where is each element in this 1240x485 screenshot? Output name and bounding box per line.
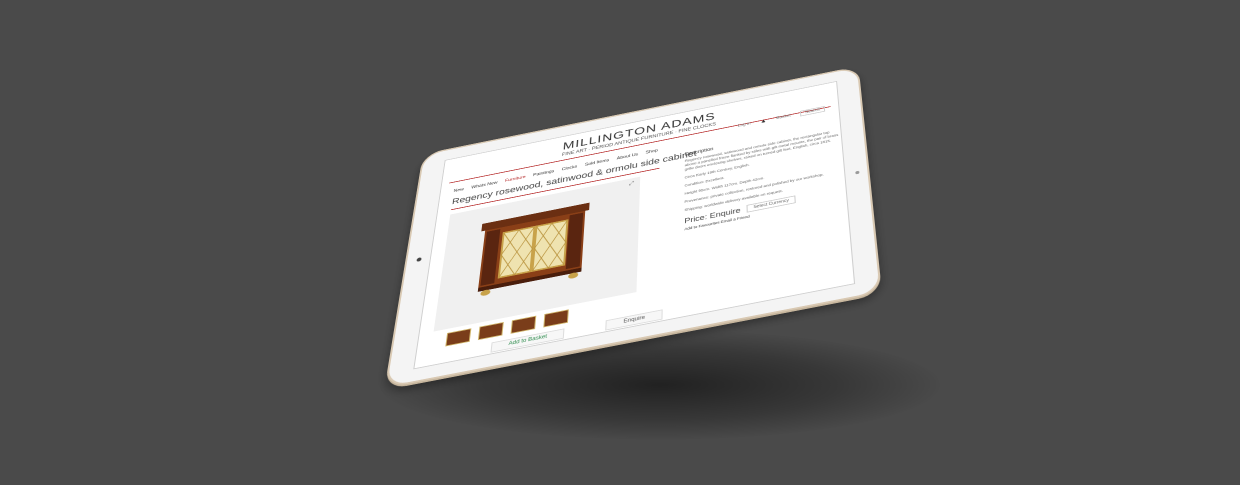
- thumbnail[interactable]: [445, 328, 472, 347]
- tablet-screen: MILLINGTON ADAMS FINE ART · PERIOD ANTIQ…: [413, 80, 856, 370]
- nav-item-new[interactable]: New: [453, 187, 464, 193]
- nav-item-shop[interactable]: Shop: [646, 148, 658, 155]
- thumbnail[interactable]: [543, 309, 569, 328]
- cabinet-image: [477, 202, 590, 297]
- zoom-icon[interactable]: ⤢: [629, 181, 635, 188]
- sensor-dot: [855, 170, 860, 175]
- camera-icon: [416, 257, 422, 262]
- login-link[interactable]: Log in: [738, 122, 751, 129]
- scene: MILLINGTON ADAMS FINE ART · PERIOD ANTIQ…: [0, 0, 1240, 485]
- basket-link[interactable]: Basket: [776, 114, 791, 121]
- product-gallery-column: Regency rosewood, satinwood & ormolu sid…: [415, 149, 697, 367]
- thumbnail[interactable]: [477, 321, 504, 341]
- tablet-device: MILLINGTON ADAMS FINE ART · PERIOD ANTIQ…: [384, 65, 883, 389]
- thumbnail[interactable]: [510, 315, 537, 334]
- nav-item-clocks[interactable]: Clocks: [562, 165, 578, 172]
- product-details-column: Description Regency rosewood, satinwood …: [673, 119, 854, 317]
- basket-icon[interactable]: ▲: [760, 118, 767, 124]
